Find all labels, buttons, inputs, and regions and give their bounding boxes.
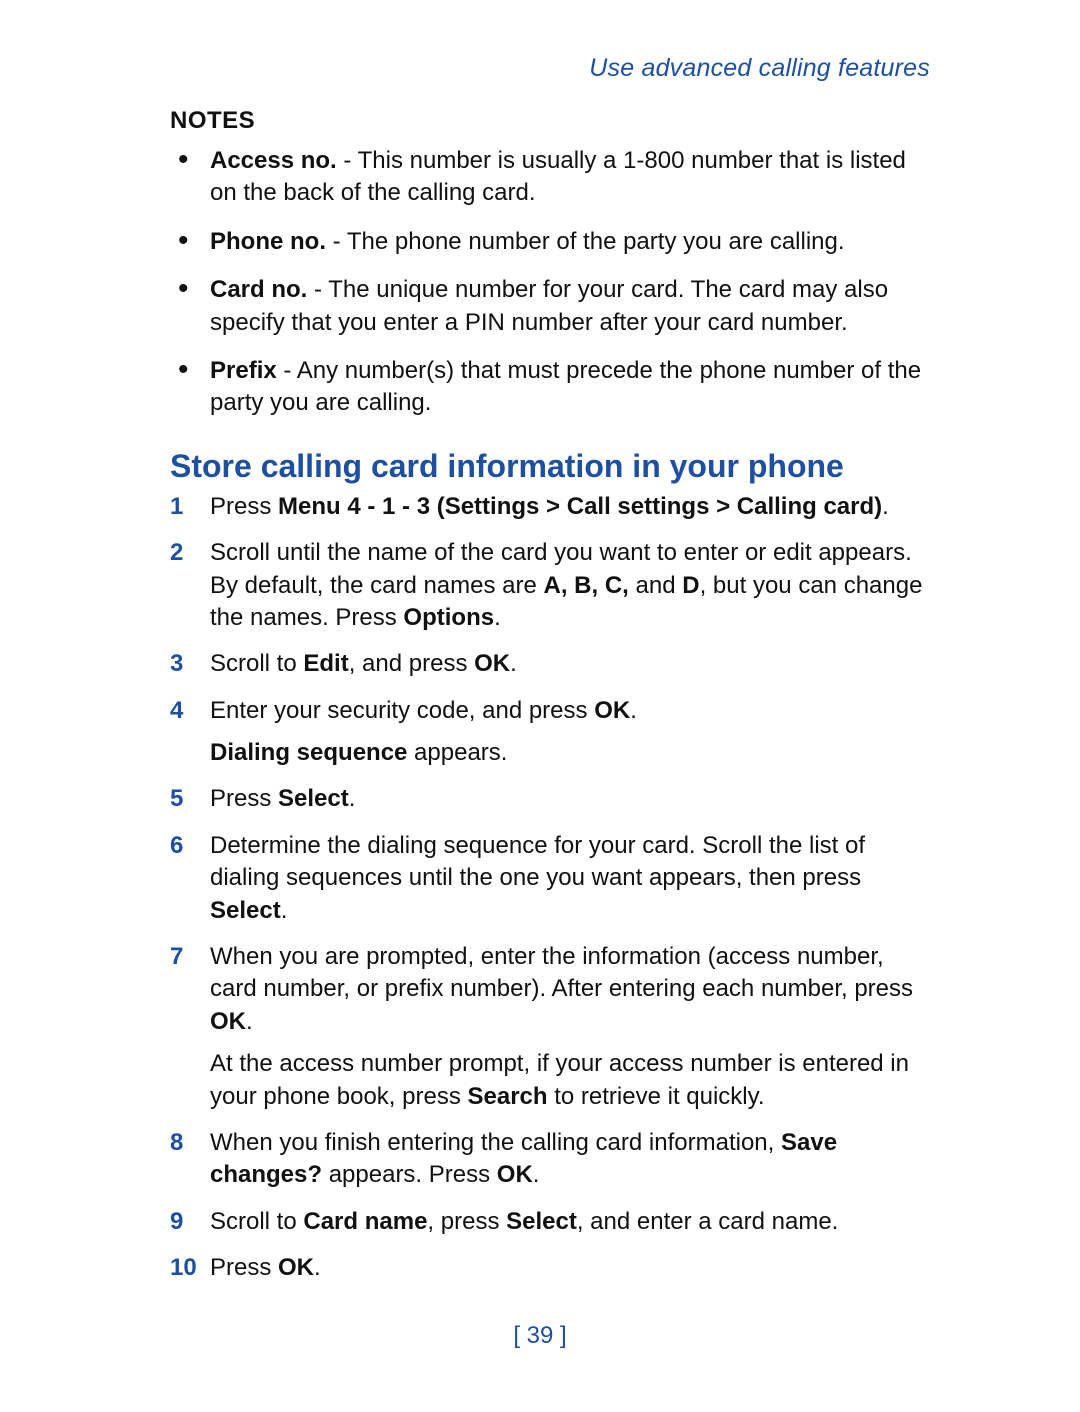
manual-page: Use advanced calling features NOTES Acce… [0,0,1080,1339]
step-text: Enter your security code, and press [210,697,594,724]
step-bold: Card name [303,1208,427,1235]
step-bold: Dialing sequence [210,739,407,766]
step-item: 7 When you are prompted, enter the infor… [170,941,930,1113]
step-item: 8 When you finish entering the calling c… [170,1127,930,1192]
step-number: 1 [170,491,200,523]
step-bold: OK [474,650,510,677]
step-text: . [281,897,288,924]
steps-list: 1 Press Menu 4 - 1 - 3 (Settings > Call … [170,491,930,1285]
notes-term: Card no. [210,276,307,303]
notes-term: Access no. [210,147,337,174]
page-number: [ 39 ] [0,1322,1080,1350]
step-text: . [349,785,356,812]
step-number: 3 [170,648,200,680]
step-text: . [882,493,889,520]
step-subline: Dialing sequence appears. [210,737,930,769]
step-text: . [314,1254,321,1281]
step-text: . [246,1008,253,1035]
step-bold: OK [278,1254,314,1281]
step-number: 10 [170,1252,200,1284]
step-text: Press [210,1254,278,1281]
step-text: Scroll to [210,1208,303,1235]
step-text: When you finish entering the calling car… [210,1129,781,1156]
step-number: 2 [170,537,200,569]
step-text: appears. [407,739,507,766]
notes-heading: NOTES [170,107,930,135]
step-text: appears. Press [322,1161,497,1188]
step-text: Press [210,785,278,812]
step-number: 8 [170,1127,200,1159]
notes-text: - The phone number of the party you are … [326,228,845,255]
step-bold: Edit [303,650,348,677]
step-bold: OK [210,1008,246,1035]
step-number: 9 [170,1206,200,1238]
step-item: 2 Scroll until the name of the card you … [170,537,930,634]
step-bold: Select [278,785,349,812]
notes-text: - Any number(s) that must precede the ph… [210,357,921,416]
notes-term: Phone no. [210,228,326,255]
notes-item: Phone no. - The phone number of the part… [170,226,930,258]
step-text: Scroll to [210,650,303,677]
notes-item: Prefix - Any number(s) that must precede… [170,355,930,420]
step-item: 5 Press Select. [170,783,930,815]
step-text: Determine the dialing sequence for your … [210,832,865,891]
step-text: , press [427,1208,506,1235]
step-bold: OK [497,1161,533,1188]
section-heading: Store calling card information in your p… [170,448,930,485]
step-bold: A, B, C, [544,572,629,599]
step-bold: OK [594,697,630,724]
step-subline: At the access number prompt, if your acc… [210,1048,930,1113]
step-number: 6 [170,830,200,862]
step-item: 6 Determine the dialing sequence for you… [170,830,930,927]
notes-item: Access no. - This number is usually a 1-… [170,145,930,210]
step-bold: D [682,572,699,599]
step-item: 1 Press Menu 4 - 1 - 3 (Settings > Call … [170,491,930,523]
step-text: . [494,604,501,631]
notes-item: Card no. - The unique number for your ca… [170,274,930,339]
step-text: , and enter a card name. [577,1208,839,1235]
step-bold: Select [506,1208,577,1235]
notes-list: Access no. - This number is usually a 1-… [170,145,930,420]
notes-term: Prefix [210,357,277,384]
notes-text: - The unique number for your card. The c… [210,276,888,335]
step-number: 5 [170,783,200,815]
step-text: to retrieve it quickly. [548,1083,765,1110]
step-text: and [629,572,682,599]
step-text: . [533,1161,540,1188]
step-text: Press [210,493,278,520]
step-text: . [630,697,637,724]
step-number: 7 [170,941,200,973]
step-item: 4 Enter your security code, and press OK… [170,695,930,770]
step-bold: Menu 4 - 1 - 3 (Settings > Call settings… [278,493,882,520]
step-item: 3 Scroll to Edit, and press OK. [170,648,930,680]
running-head: Use advanced calling features [170,54,930,83]
step-bold: Search [468,1083,548,1110]
step-number: 4 [170,695,200,727]
step-bold: Options [403,604,494,631]
step-item: 10 Press OK. [170,1252,930,1284]
step-item: 9 Scroll to Card name, press Select, and… [170,1206,930,1238]
step-text: When you are prompted, enter the informa… [210,943,913,1002]
step-text: , and press [349,650,474,677]
step-bold: Select [210,897,281,924]
step-text: . [510,650,517,677]
